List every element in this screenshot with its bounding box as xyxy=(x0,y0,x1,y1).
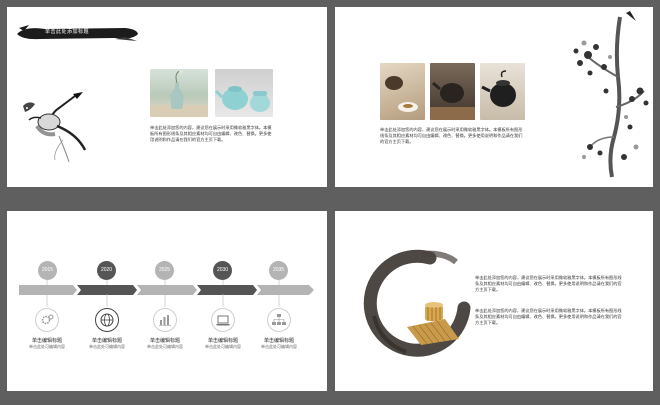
bamboo-scroll-illustration xyxy=(407,302,459,345)
timeline-year-badge: 2015 xyxy=(38,261,57,280)
timeline-item-title[interactable]: 单击编辑标题 xyxy=(198,337,248,344)
banner-title[interactable]: 单击此处添加标题 xyxy=(45,28,89,35)
plum-blossom-painting xyxy=(573,11,649,178)
body-paragraph-2[interactable]: 单击此处添加您的内容，建议您在展示时采用微软雅黑字体。本模板所有图形线条及其相应… xyxy=(475,308,625,327)
bird-ink-painting xyxy=(23,92,87,163)
timeline-item-title[interactable]: 单击编辑标题 xyxy=(140,337,190,344)
bar-chart-icon xyxy=(153,308,177,332)
body-paragraph[interactable]: 单击此处添加您的内容，建议您在展示时采用微软雅黑字体。本模板所有图形线条及其相应… xyxy=(150,125,275,144)
black-teapot-photo xyxy=(480,63,525,120)
timeline-item-title[interactable]: 单击编辑标题 xyxy=(22,337,72,344)
timeline-item-desc[interactable]: 单击此处可编辑内容 xyxy=(254,344,304,350)
tea-vase-photo xyxy=(150,69,208,117)
slide-16[interactable]: 单击此处添加您的内容，建议您在展示时采用微软雅黑字体。本模板所有图形线条及其相应… xyxy=(335,211,653,391)
timeline-item-title[interactable]: 单击编辑标题 xyxy=(82,337,132,344)
laptop-icon xyxy=(211,308,235,332)
timeline-item-desc[interactable]: 单击此处可编辑内容 xyxy=(22,344,72,350)
timeline-year-badge: 2020 xyxy=(97,261,116,280)
tea-table-photo xyxy=(380,63,425,120)
tea-set-photo xyxy=(430,63,475,120)
timeline-item-desc[interactable]: 单击此处可编辑内容 xyxy=(140,344,190,350)
timeline-item-desc[interactable]: 单击此处可编辑内容 xyxy=(82,344,132,350)
timeline-item-desc[interactable]: 单击此处可编辑内容 xyxy=(198,344,248,350)
org-chart-icon xyxy=(267,308,291,332)
slide-15[interactable]: 2015 2020 2025 2030 2035 单击编辑标题 单击此处可编辑内… xyxy=(7,211,327,391)
timeline-year-badge: 2025 xyxy=(155,261,174,280)
teapot-photo xyxy=(215,69,273,117)
body-paragraph-1[interactable]: 单击此处添加您的内容，建议您在展示时采用微软雅黑字体。本模板所有图形线条及其相应… xyxy=(475,275,625,294)
timeline-year-badge: 2030 xyxy=(213,261,232,280)
body-paragraph[interactable]: 单击此处添加您的内容，建议您在展示时采用微软雅黑字体。本模板所有图形线条及其相应… xyxy=(380,127,525,146)
timeline-year-badge: 2035 xyxy=(269,261,288,280)
slide-14[interactable]: 单击此处添加您的内容，建议您在展示时采用微软雅黑字体。本模板所有图形线条及其相应… xyxy=(335,7,653,187)
timeline-item-title[interactable]: 单击编辑标题 xyxy=(254,337,304,344)
gear-icon xyxy=(35,308,59,332)
globe-icon xyxy=(95,308,119,332)
slide-13[interactable]: 单击此处添加标题 单击此处添加您的内容，建议您在展示时采用微软雅黑字体。本模板所… xyxy=(7,7,327,187)
